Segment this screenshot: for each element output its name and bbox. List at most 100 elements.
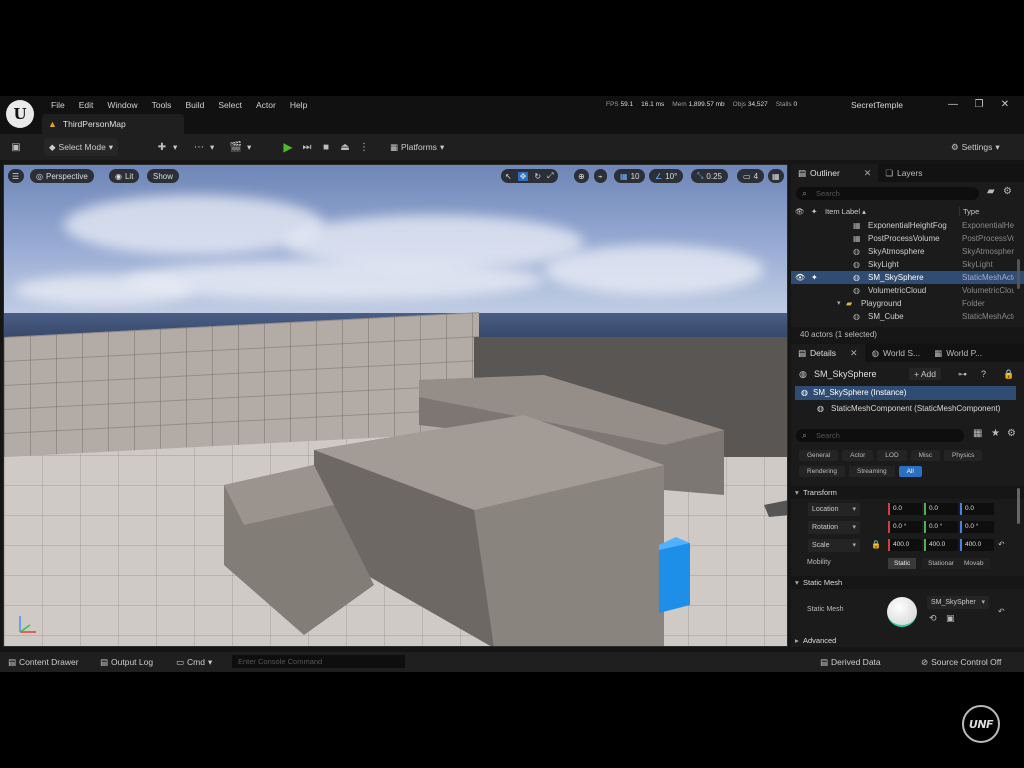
mobility-stationary[interactable]: Stationar [922, 558, 961, 569]
outliner-row[interactable]: ◍ SkyAtmosphere SkyAtmosphere [791, 245, 1024, 258]
content-drawer-button[interactable]: ▤ Content Drawer [8, 656, 79, 668]
select-mode-dropdown[interactable]: ◆ Select Mode ▾ [44, 138, 119, 156]
minimize-icon[interactable]: — [946, 99, 960, 111]
outliner-row-folder[interactable]: ▾ ▰ Playground Folder [791, 297, 1024, 310]
filter-physics[interactable]: Physics [944, 450, 983, 461]
pin-icon[interactable]: ✦ [811, 271, 818, 284]
scale-snap-button[interactable]: ⤡ 0.25 [691, 169, 728, 183]
restore-icon[interactable]: ❐ [972, 99, 986, 111]
help-icon[interactable]: ? [981, 369, 986, 379]
lock-icon[interactable]: 🔒 [1003, 369, 1014, 380]
location-dropdown[interactable]: Location [808, 503, 860, 516]
scale-dropdown[interactable]: Scale [808, 539, 860, 552]
column-type[interactable]: Type [959, 207, 979, 216]
outliner-search-input[interactable]: Search [796, 187, 979, 200]
menu-select[interactable]: Select [211, 99, 249, 111]
filter-all[interactable]: All [898, 466, 922, 477]
lit-button[interactable]: ◉ Lit [109, 169, 140, 183]
maximize-viewport-button[interactable]: ▦ [768, 169, 784, 183]
reset-icon[interactable]: ↶ [998, 607, 1005, 616]
menu-file[interactable]: File [44, 99, 72, 111]
play-options-icon[interactable]: ⋮ [356, 139, 372, 155]
mobility-movable[interactable]: Movab [958, 558, 990, 569]
table-view-icon[interactable]: ▦ [973, 428, 982, 439]
save-button[interactable]: ▣ [8, 138, 24, 156]
camera-speed-button[interactable]: ▭ 4 [737, 169, 765, 183]
chevron-down-icon[interactable]: ▾ [837, 297, 841, 310]
rotation-x[interactable]: 0.0 ° [888, 521, 922, 533]
source-control-button[interactable]: ⊘ Source Control Off [921, 656, 1001, 668]
details-search-input[interactable]: Search [796, 429, 964, 442]
select-tool-icon[interactable]: ↖ [505, 172, 512, 181]
outliner-row[interactable]: ◍ SM_Cube StaticMeshActor [791, 310, 1024, 322]
menu-edit[interactable]: Edit [72, 99, 101, 111]
location-y[interactable]: 0.0 [924, 503, 958, 515]
rotation-dropdown[interactable]: Rotation [808, 521, 860, 534]
scale-tool-icon[interactable]: ⤢ [547, 171, 553, 181]
section-transform[interactable]: Transform [791, 486, 1024, 499]
close-icon[interactable]: ✕ [864, 168, 872, 179]
details-scrollbar[interactable] [1017, 488, 1020, 524]
mesh-thumbnail[interactable] [887, 597, 917, 627]
derived-data-button[interactable]: ▤ Derived Data [820, 656, 881, 668]
add-component-button[interactable]: + Add [909, 368, 941, 380]
tab-world-settings[interactable]: ◍ World S... [865, 344, 928, 362]
gear-icon[interactable]: ⚙ [1007, 428, 1016, 439]
menu-help[interactable]: Help [283, 99, 314, 111]
eye-icon[interactable]: 👁 [795, 271, 805, 284]
tab-layers[interactable]: ❏ Layers [878, 164, 929, 182]
add-actor-button[interactable]: ✚ ▾ [154, 138, 177, 156]
menu-tools[interactable]: Tools [145, 99, 179, 111]
show-button[interactable]: Show [147, 169, 180, 183]
cinematics-button[interactable]: 🎬 ▾ [228, 138, 252, 156]
blueprint-icon[interactable]: ⊶ [958, 369, 967, 380]
browse-icon[interactable]: ⟲ [929, 613, 937, 624]
filter-rendering[interactable]: Rendering [799, 466, 845, 477]
lock-icon[interactable]: 🔒 [871, 540, 881, 549]
scale-z[interactable]: 400.0 [960, 539, 994, 551]
rotation-z[interactable]: 0.0 ° [960, 521, 994, 533]
location-x[interactable]: 0.0 [888, 503, 922, 515]
close-icon[interactable]: ✕ [998, 99, 1012, 111]
settings-button[interactable]: ⚙ Settings ▾ [951, 138, 1000, 156]
location-z[interactable]: 0.0 [960, 503, 994, 515]
menu-build[interactable]: Build [178, 99, 211, 111]
filter-lod[interactable]: LOD [877, 450, 907, 461]
world-local-button[interactable]: ⊕ [574, 169, 589, 183]
cmd-dropdown[interactable]: ▭ Cmd ▾ [176, 656, 212, 668]
section-static-mesh[interactable]: Static Mesh [791, 576, 1024, 589]
filter-misc[interactable]: Misc [910, 450, 941, 461]
menu-window[interactable]: Window [100, 99, 144, 111]
outliner-row[interactable]: ◍ SkyLight SkyLight [791, 258, 1024, 271]
static-mesh-dropdown[interactable]: SM_SkySpher [927, 596, 989, 609]
rotate-tool-icon[interactable]: ↻ [534, 172, 541, 181]
unreal-logo-icon[interactable]: U [6, 100, 34, 128]
scale-x[interactable]: 400.0 [888, 539, 922, 551]
outliner-row[interactable]: ▦ PostProcessVolume PostProcessVolume [791, 232, 1024, 245]
play-icon[interactable]: ▶ [280, 139, 296, 155]
component-row[interactable]: ◍ StaticMeshComponent (StaticMeshCompone… [795, 402, 1016, 416]
filter-actor[interactable]: Actor [842, 450, 874, 461]
blueprint-button[interactable]: ⋯ ▾ [191, 138, 214, 156]
platforms-button[interactable]: ▦ Platforms ▾ [390, 138, 444, 156]
perspective-button[interactable]: ◎ Perspective [30, 169, 94, 183]
viewport-menu-button[interactable]: ☰ [8, 169, 24, 183]
rotation-y[interactable]: 0.0 ° [924, 521, 958, 533]
tab-outliner[interactable]: ▤ Outliner ✕ [791, 164, 879, 182]
outliner-scrollbar[interactable] [1017, 259, 1020, 289]
tab-details[interactable]: ▤ Details ✕ [791, 344, 865, 362]
component-instance-row[interactable]: ◍ SM_SkySphere (Instance) [795, 386, 1016, 400]
eject-icon[interactable]: ⏏ [337, 139, 353, 155]
output-log-button[interactable]: ▤ Output Log [100, 656, 153, 668]
surface-snap-button[interactable]: ⌁ [594, 169, 607, 183]
rotation-snap-button[interactable]: ∠ 10° [649, 169, 684, 183]
column-item-label[interactable]: Item Label ▴ [825, 207, 866, 216]
console-input[interactable]: Enter Console Command [232, 655, 405, 668]
scale-y[interactable]: 400.0 [924, 539, 958, 551]
menu-actor[interactable]: Actor [249, 99, 283, 111]
use-selected-icon[interactable]: ▣ [946, 613, 955, 624]
section-advanced[interactable]: Advanced [791, 634, 1024, 647]
move-tool-icon[interactable]: ✥ [517, 171, 529, 181]
stop-icon[interactable]: ■ [318, 139, 334, 155]
mobility-static[interactable]: Static [888, 558, 917, 569]
